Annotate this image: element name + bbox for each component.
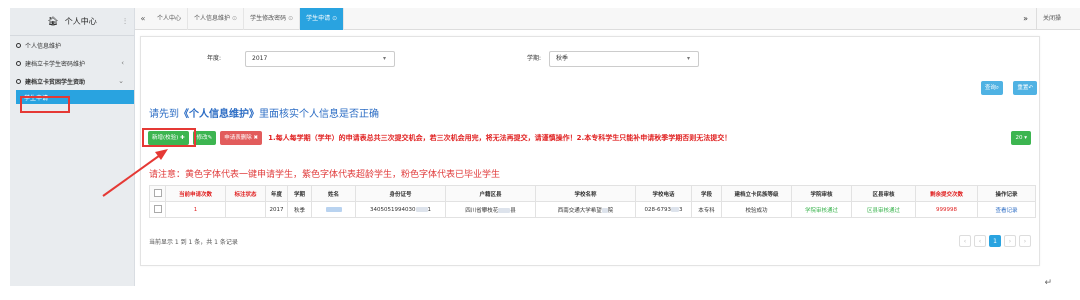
annotation-arrow	[102, 149, 168, 197]
arrow-shaft	[102, 152, 164, 197]
return-mark: ↵	[1044, 278, 1052, 288]
